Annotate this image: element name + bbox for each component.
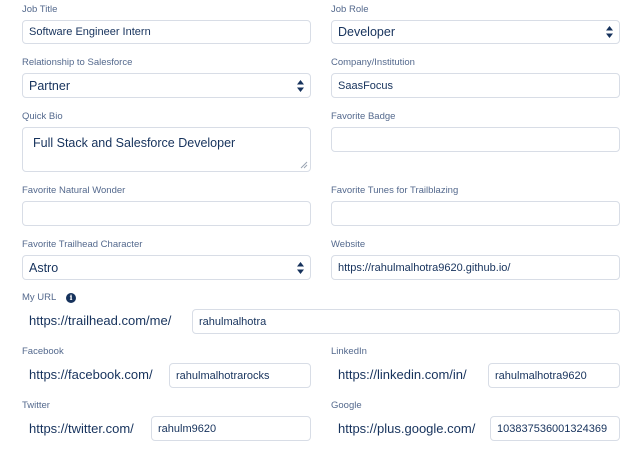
quick-bio-value: Full Stack and Salesforce Developer [33,136,236,150]
my-url-label: My URL [22,292,57,303]
google-prefix: https://plus.google.com/ [338,421,476,436]
select-arrows-icon [606,26,613,38]
google-label: Google [331,400,362,411]
linkedin-label: LinkedIn [331,346,367,357]
natural-wonder-input[interactable] [22,201,311,226]
job-title-label: Job Title [22,4,58,15]
company-label: Company/Institution [331,57,415,68]
relationship-select[interactable]: Partner [22,73,311,98]
trailhead-character-select[interactable]: Astro [22,255,311,280]
tunes-input[interactable] [331,201,620,226]
linkedin-prefix: https://linkedin.com/in/ [338,367,467,382]
my-url-prefix: https://trailhead.com/me/ [29,313,172,328]
company-input[interactable]: SaasFocus [331,73,620,98]
job-role-value: Developer [338,25,395,39]
trailhead-character-label: Favorite Trailhead Character [22,239,143,250]
resize-grip-icon[interactable] [300,161,308,169]
natural-wonder-label: Favorite Natural Wonder [22,185,126,196]
job-role-label: Job Role [331,4,369,15]
quick-bio-label: Quick Bio [22,111,63,122]
favorite-badge-label: Favorite Badge [331,111,396,122]
select-arrows-icon [297,79,304,92]
tunes-label: Favorite Tunes for Trailblazing [331,185,459,196]
twitter-input[interactable]: rahulm9620 [151,416,311,441]
twitter-prefix: https://twitter.com/ [29,421,134,436]
facebook-prefix: https://facebook.com/ [29,367,153,382]
facebook-input[interactable]: rahulmalhotrarocks [169,363,311,388]
website-input[interactable]: https://rahulmalhotra9620.github.io/ [331,255,620,280]
select-arrows-icon [297,261,304,274]
info-icon[interactable]: i [66,293,76,303]
job-title-input[interactable]: Software Engineer Intern [22,20,311,44]
favorite-badge-input[interactable] [331,127,620,152]
twitter-label: Twitter [22,400,50,411]
relationship-value: Partner [29,78,70,93]
google-input[interactable]: 103837536001324369 [490,416,620,441]
my-url-input[interactable]: rahulmalhotra [192,309,620,334]
quick-bio-textarea[interactable]: Full Stack and Salesforce Developer [22,127,311,172]
linkedin-input[interactable]: rahulmalhotra9620 [488,363,620,388]
job-role-select[interactable]: Developer [331,20,620,44]
website-label: Website [331,239,366,250]
trailhead-character-value: Astro [29,260,59,275]
facebook-label: Facebook [22,346,64,357]
relationship-label: Relationship to Salesforce [22,57,133,68]
